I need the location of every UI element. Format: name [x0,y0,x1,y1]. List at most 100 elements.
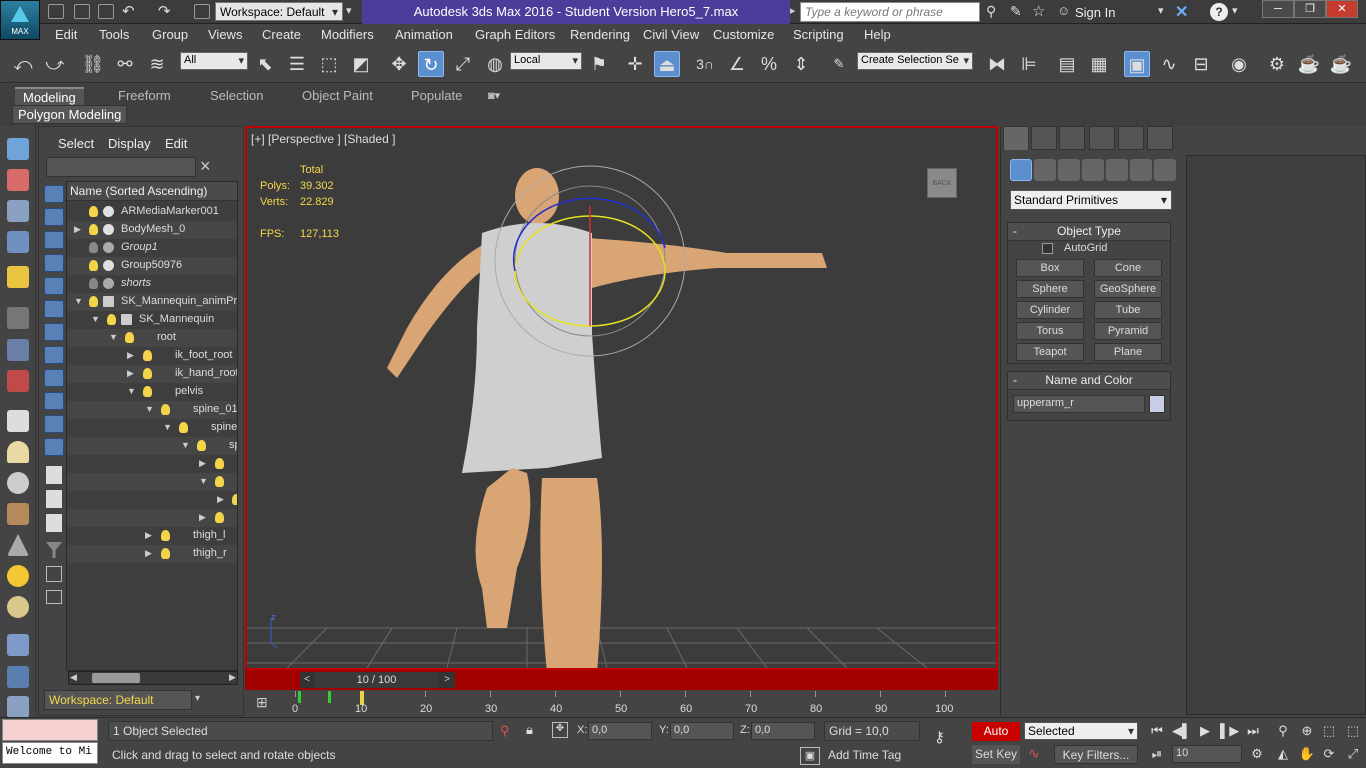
favorites-star-icon[interactable]: ☆ [1032,2,1045,20]
list-item[interactable]: ▶ thigh_r [67,545,237,563]
explorer-search-input[interactable] [46,157,196,177]
polygon-modeling-panel[interactable]: Polygon Modeling [12,105,128,124]
expand-arrow-icon[interactable]: ▶ [145,530,152,541]
lights-icon[interactable] [1058,159,1080,181]
menu-create[interactable]: Create [262,27,301,42]
keyframe-marker[interactable] [328,691,331,703]
sign-in-dropdown-icon[interactable]: ▾ [1158,4,1164,17]
angle-snap-icon[interactable]: ∠ [724,51,750,77]
zoom-all-icon[interactable]: ⊕ [1298,722,1316,740]
light-bulb-icon[interactable] [197,440,206,451]
display-space-warps-icon[interactable] [44,346,64,364]
zoom-extents-icon[interactable]: ⬚ [1320,722,1338,740]
ribbon-options-icon[interactable]: ◙▾ [488,89,514,103]
set-key-button[interactable]: Set Key [972,745,1020,764]
list-item[interactable]: ▼ SK_Mannequin_animPro [67,293,237,311]
menu-tools[interactable]: Tools [99,27,129,42]
menu-views[interactable]: Views [208,27,242,42]
list-item[interactable]: ▶ [67,491,237,509]
light-bulb-icon[interactable] [89,260,98,271]
table-icon[interactable] [7,231,29,253]
systems-icon[interactable] [1154,159,1176,181]
expand-arrow-icon[interactable]: ▶ [199,512,206,523]
toggle-layer-explorer-icon[interactable]: ▤ [1054,51,1080,77]
project-folder-icon[interactable] [194,4,210,19]
search-input[interactable]: Type a keyword or phrase [800,2,980,22]
viewport-label[interactable]: [+] [Perspective ] [Shaded ] [251,132,395,146]
page-icon[interactable] [46,490,62,508]
menu-help[interactable]: Help [864,27,891,42]
reference-coordinate-select[interactable]: Local [510,52,582,70]
go-to-end-icon[interactable]: ⏭ [1244,722,1262,740]
tube-button[interactable]: Tube [1094,301,1162,319]
expand-arrow-icon[interactable]: ▶ [127,350,134,361]
display-none-icon[interactable] [44,185,64,203]
light-bulb-icon[interactable] [143,350,152,361]
object-type-header[interactable]: Object Type [1008,223,1170,241]
tab-modeling[interactable]: Modeling [15,87,84,106]
expand-arrow-icon[interactable]: ▶ [217,494,224,505]
previous-frame-button[interactable]: < [300,672,314,688]
grid-dots-icon[interactable] [7,634,29,656]
tab-selection[interactable]: Selection [202,87,271,106]
explorer-tab-select[interactable]: Select [58,136,94,151]
helpers-icon[interactable] [1106,159,1128,181]
chevron-right-icon[interactable]: ▸ [790,4,796,17]
list-icon[interactable] [46,466,62,484]
light-bulb-icon[interactable] [215,458,224,469]
orbit-icon[interactable]: ⟳ [1320,745,1338,763]
help-icon[interactable]: ? [1210,3,1228,21]
cylinder-button[interactable]: Cylinder [1016,301,1084,319]
menu-graph-editors[interactable]: Graph Editors [475,27,555,42]
align-icon[interactable]: ⊫ [1016,51,1042,77]
light-bulb-icon[interactable] [161,404,170,415]
collapse-arrow-icon[interactable]: ▼ [199,476,208,486]
key-icon[interactable]: ⚷ [934,728,945,746]
menu-civil-view[interactable]: Civil View [643,27,699,42]
tab-object-paint[interactable]: Object Paint [294,87,381,106]
time-slider[interactable]: 10 / 100 [314,672,439,688]
collapse-arrow-icon[interactable]: ▼ [91,314,100,324]
display-all-icon[interactable] [44,208,64,226]
column-header-name[interactable]: Name (Sorted Ascending) [67,182,237,201]
list-item[interactable]: ▶ ik_hand_root [67,365,237,383]
select-object-icon[interactable]: ⬉ [252,51,278,77]
plane-button[interactable]: Plane [1094,343,1162,361]
link-icon[interactable]: ⛓ [80,51,106,77]
isolate-selection-icon[interactable]: ⚲ [500,723,510,739]
clear-search-icon[interactable]: × [200,157,216,175]
collapse-arrow-icon[interactable]: ▼ [109,332,118,342]
expand-arrow-icon[interactable]: ▶ [199,458,206,469]
mini-curve-editor-icon[interactable]: ⊞ [256,694,274,712]
display-containers-icon[interactable] [44,438,64,456]
autogrid-checkbox[interactable] [1042,243,1053,254]
light-bulb-icon[interactable] [161,548,170,559]
light-bulb-icon[interactable] [215,476,224,487]
list-item[interactable]: ▼ SK_Mannequin [67,311,237,329]
scrollbar-thumb[interactable] [92,673,140,683]
light-bulb-icon[interactable] [179,422,188,433]
light-bulb-icon[interactable] [89,242,98,253]
autodesk-exchange-icon[interactable]: ✕ [1175,2,1188,22]
maxscript-listener-input[interactable] [2,719,98,741]
scroll-right-icon[interactable]: ▶ [229,672,236,683]
add-time-tag-button[interactable]: Add Time Tag [824,746,920,766]
spinner-snap-icon[interactable]: ⇕ [788,51,814,77]
geosphere-button[interactable]: GeoSphere [1094,280,1162,298]
workspace-dropdown-icon[interactable]: ▾ [195,693,200,704]
key-mode-select[interactable]: Selected [1024,722,1138,740]
new-file-icon[interactable] [48,4,64,19]
select-manipulate-icon[interactable]: ✛ [622,51,648,77]
default-in-out-tangent-icon[interactable]: ∿ [1028,745,1040,762]
shapes-icon[interactable] [1034,159,1056,181]
sign-in-link[interactable]: Sign In [1075,5,1115,20]
track-bar[interactable]: 0 10 20 30 40 50 60 70 80 90 100 [290,691,970,717]
display-lights-icon[interactable] [44,277,64,295]
current-frame-field[interactable]: 10 [1172,745,1242,763]
maxscript-listener-output[interactable]: Welcome to Mi [2,742,98,764]
space-warps-icon[interactable] [1130,159,1152,181]
display-bones-icon[interactable] [44,415,64,433]
light-bulb-icon[interactable] [143,368,152,379]
display-helpers-icon[interactable] [44,323,64,341]
z-coordinate-field[interactable]: 0,0 [751,722,815,740]
